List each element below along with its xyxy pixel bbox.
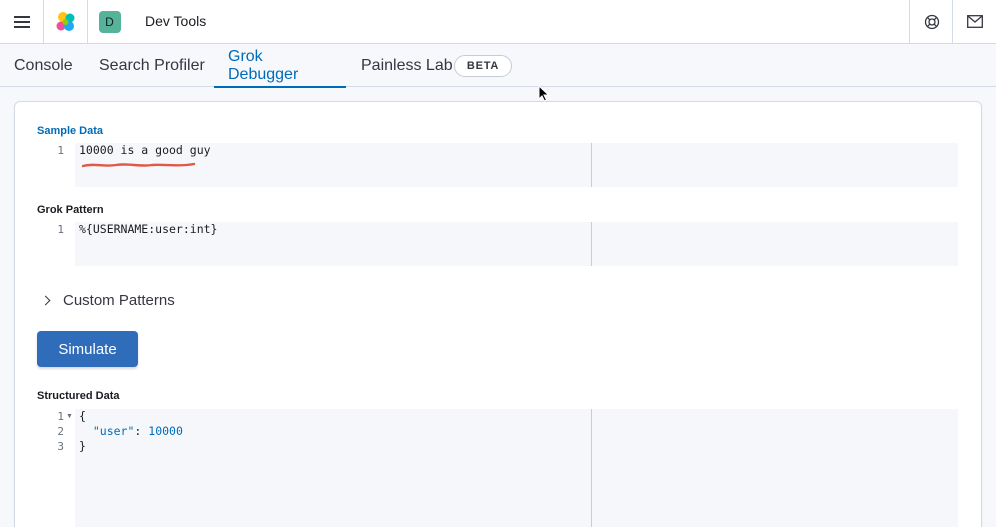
line-number: 1 bbox=[57, 410, 64, 423]
chevron-right-icon bbox=[40, 295, 51, 305]
tab-grok-debugger[interactable]: Grok Debugger bbox=[214, 44, 346, 88]
page-title: Dev Tools bbox=[145, 13, 207, 29]
tab-search-profiler[interactable]: Search Profiler bbox=[85, 44, 219, 87]
tab-painless-lab[interactable]: Painless Lab bbox=[347, 44, 467, 87]
json-key: "user" bbox=[92, 424, 135, 438]
newsfeed-button[interactable] bbox=[953, 0, 996, 43]
line-number: 2 bbox=[57, 425, 64, 438]
line-gutter: 1 ▼ 2 3 bbox=[37, 409, 75, 527]
simulate-button[interactable]: Simulate bbox=[37, 331, 138, 367]
sample-data-label: Sample Data bbox=[37, 125, 104, 137]
menu-button[interactable] bbox=[0, 0, 43, 43]
space-avatar: D bbox=[98, 10, 121, 33]
code-line: 10000 is a good guy bbox=[79, 143, 211, 157]
code-line: { bbox=[79, 409, 86, 423]
home-link[interactable] bbox=[44, 0, 87, 43]
print-margin bbox=[591, 143, 592, 187]
help-icon bbox=[924, 14, 939, 29]
underline-annotation bbox=[82, 162, 196, 168]
code-line: } bbox=[79, 439, 86, 453]
grok-pattern-label: Grok Pattern bbox=[37, 204, 104, 216]
line-number: 3 bbox=[57, 440, 64, 453]
code-line: "user": 10000 bbox=[92, 424, 183, 438]
space-selector[interactable]: D bbox=[88, 0, 131, 43]
json-value: 10000 bbox=[148, 424, 183, 438]
grok-pattern-editor[interactable]: 1 %{USERNAME:user:int} bbox=[37, 222, 958, 266]
print-margin bbox=[591, 222, 592, 266]
mouse-cursor-icon bbox=[538, 85, 550, 102]
custom-patterns-label: Custom Patterns bbox=[63, 291, 175, 309]
fold-arrow-icon[interactable]: ▼ bbox=[66, 413, 73, 420]
beta-badge: BETA bbox=[454, 55, 512, 77]
structured-data-label: Structured Data bbox=[37, 390, 120, 402]
print-margin bbox=[591, 409, 592, 527]
mail-icon bbox=[966, 15, 983, 28]
tab-console[interactable]: Console bbox=[0, 44, 87, 87]
top-header: D Dev Tools bbox=[0, 0, 996, 44]
structured-data-output[interactable]: 1 ▼ 2 3 { "user": 10000 } bbox=[37, 409, 958, 527]
custom-patterns-toggle[interactable]: Custom Patterns bbox=[40, 289, 175, 311]
line-number: 1 bbox=[57, 144, 64, 157]
elastic-logo bbox=[56, 11, 74, 31]
line-gutter: 1 bbox=[37, 143, 75, 187]
code-line: %{USERNAME:user:int} bbox=[79, 222, 218, 236]
line-number: 1 bbox=[57, 223, 64, 236]
help-button[interactable] bbox=[910, 0, 953, 43]
menu-icon bbox=[13, 15, 30, 28]
line-gutter: 1 bbox=[37, 222, 75, 266]
